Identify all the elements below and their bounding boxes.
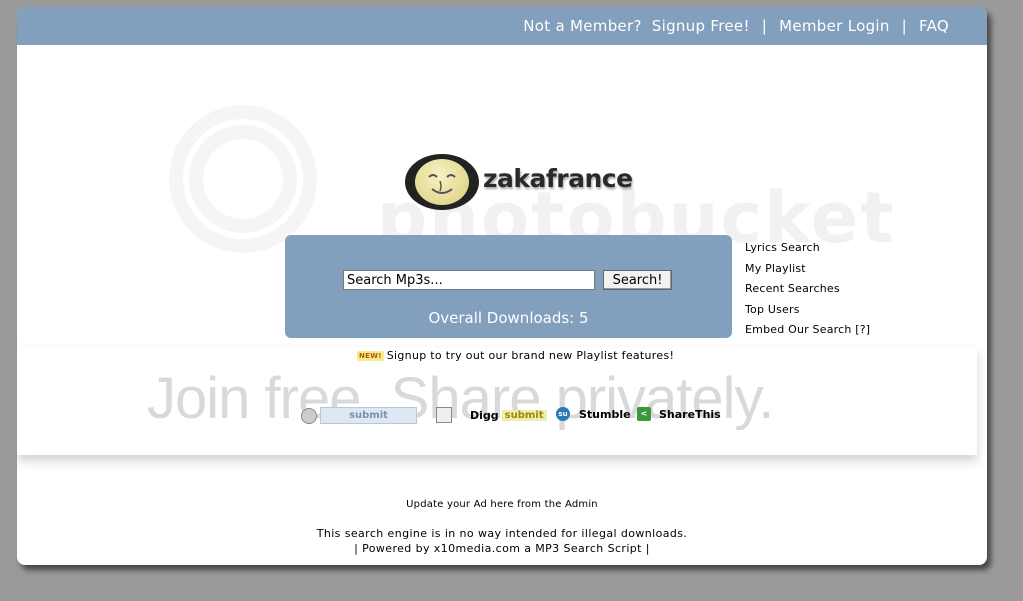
overall-downloads-counter: Overall Downloads: 5	[428, 309, 589, 327]
sharethis-button[interactable]: < ShareThis	[637, 407, 721, 421]
new-badge: NEW!	[357, 351, 384, 361]
top-nav-bar: Not a Member? Signup Free! | Member Logi…	[17, 7, 987, 45]
side-links: Lyrics Search My Playlist Recent Searche…	[745, 238, 870, 341]
member-login-link[interactable]: Member Login	[779, 17, 890, 35]
watermark-ring	[189, 125, 297, 233]
nav-separator: |	[901, 17, 908, 35]
top-users-link[interactable]: Top Users	[745, 300, 870, 321]
digg-icon	[436, 407, 452, 423]
stumbleupon-icon: su	[556, 407, 570, 421]
disclaimer-text: This search engine is in no way intended…	[316, 527, 688, 540]
search-input[interactable]	[343, 270, 595, 290]
stumble-button[interactable]: su Stumble	[556, 407, 631, 421]
notice-text: Signup to try out our brand new Playlist…	[386, 349, 675, 362]
recent-searches-link[interactable]: Recent Searches	[745, 279, 870, 300]
search-panel: Search! Overall Downloads: 5	[285, 235, 732, 338]
lyrics-search-link[interactable]: Lyrics Search	[745, 238, 870, 259]
embed-search-link[interactable]: Embed Our Search [?]	[745, 320, 870, 341]
reddit-submit-label: submit	[320, 407, 417, 424]
share-icon: <	[637, 407, 651, 421]
faq-link[interactable]: FAQ	[919, 17, 949, 35]
powered-by-text: | Powered by x10media.com a MP3 Search S…	[354, 542, 650, 555]
nav-separator: |	[761, 17, 768, 35]
smiley-face-icon	[405, 154, 479, 210]
signup-link[interactable]: Signup Free!	[652, 17, 750, 35]
reddit-submit-button[interactable]: submit	[301, 407, 417, 424]
digg-button[interactable]: Digg submit	[436, 407, 547, 423]
reddit-icon	[301, 407, 317, 424]
site-logo[interactable]: zakafrance	[405, 154, 645, 214]
new-feature-notice[interactable]: NEW! Signup to try out our brand new Play…	[357, 349, 674, 362]
digg-label: Digg	[470, 408, 499, 422]
my-playlist-link[interactable]: My Playlist	[745, 259, 870, 280]
stumble-label: Stumble	[579, 407, 631, 421]
sharethis-label: ShareThis	[659, 407, 721, 421]
search-button[interactable]: Search!	[603, 270, 672, 290]
ad-placeholder: Update your Ad here from the Admin	[406, 499, 598, 510]
digg-submit-label: submit	[501, 409, 547, 421]
page-container: Not a Member? Signup Free! | Member Logi…	[17, 7, 987, 565]
not-member-text: Not a Member?	[523, 17, 642, 35]
logo-text: zakafrance	[483, 164, 633, 193]
